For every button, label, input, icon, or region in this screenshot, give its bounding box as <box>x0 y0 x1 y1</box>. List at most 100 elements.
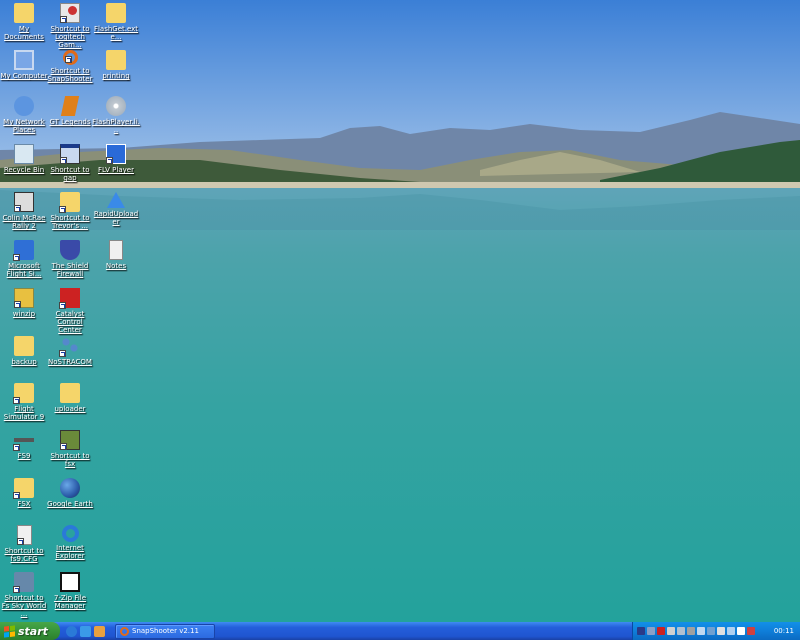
folder-icon <box>60 383 80 403</box>
folder-docs-icon <box>14 3 34 23</box>
desktop-icon-label: FS9 <box>17 452 31 460</box>
cloud-tray-icon[interactable] <box>727 627 735 635</box>
recycle-bin-icon <box>14 144 34 164</box>
desktop-icon-my-documents[interactable]: My Documents <box>0 3 48 41</box>
desktop-icon-label: Catalyst Control Center <box>55 310 85 334</box>
desktop-icon-label: 7-Zip File Manager <box>53 594 87 610</box>
desktop-icon-flight-simulator-shortcut[interactable]: Microsoft Flight Si... <box>0 240 48 278</box>
desktop-icon-7zip[interactable]: 7-Zip File Manager <box>46 572 94 610</box>
desktop-icon-label: FlashGet.exte... <box>93 25 139 41</box>
desktop-icon-colin-mcrae-rally[interactable]: Colin McRae Rally 2 <box>0 192 48 230</box>
desktop-icon-uploader[interactable]: uploader <box>46 383 94 413</box>
shield-tray-icon[interactable] <box>637 627 645 635</box>
desktop-icon-backup[interactable]: backup <box>0 336 48 366</box>
ie-quicklaunch-icon[interactable] <box>66 625 77 637</box>
desktop-icon-label: My Network Places <box>3 118 45 134</box>
sync-tray-icon[interactable] <box>717 627 725 635</box>
cfg-file-icon <box>16 525 32 545</box>
text-file-icon <box>109 240 123 260</box>
desktop-icon-winzip[interactable]: winzip <box>0 288 48 318</box>
taskbar: start SnapShooter v2.11 00:11 <box>0 622 800 640</box>
desktop-icon-my-network-places[interactable]: My Network Places <box>0 96 48 134</box>
window-icon <box>60 144 80 164</box>
gt-legends-icon <box>60 96 80 116</box>
speaker-tray-icon[interactable] <box>677 627 685 635</box>
desktop-icon-snapshooter-shortcut[interactable]: Shortcut to SnapShooter <box>46 50 94 83</box>
globe-icon <box>60 478 80 498</box>
desktop-icon-google-earth[interactable]: Google Earth <box>46 478 94 508</box>
folder-icon <box>13 383 34 404</box>
computer-icon <box>14 50 34 70</box>
start-label: start <box>18 624 48 638</box>
desktop-icon-flashget[interactable]: FlashGet.exte... <box>92 3 140 41</box>
desktop-icon-label: FlashPlayer.li... <box>92 118 140 134</box>
desktop-icon-internet-explorer[interactable]: Internet Explorer <box>46 525 94 560</box>
desktop-icon-logitech-shortcut[interactable]: Shortcut to Logitech Gam... <box>46 3 94 49</box>
desktop-icon-catalyst-control-center[interactable]: Catalyst Control Center <box>46 288 94 334</box>
desktop-icon-sky-world-shortcut[interactable]: Shortcut to Fs Sky World ... <box>0 572 48 618</box>
desktop-icon-gap-shortcut[interactable]: Shortcut to gap <box>46 144 94 182</box>
desktop-icon-label: uploader <box>54 405 86 413</box>
desktop-icon-flight-simulator-9[interactable]: Flight Simulator 9 <box>0 383 48 421</box>
winzip-icon <box>14 288 34 308</box>
media-quicklaunch-icon[interactable] <box>94 625 105 637</box>
upload-arrow-icon <box>107 192 125 208</box>
desktop-icon-fs9-cfg-shortcut[interactable]: Shortcut to fs9.CFG <box>0 525 48 563</box>
folder-icon <box>59 192 80 213</box>
desktop-icon-label: My Documents <box>4 25 44 41</box>
desktop-icon-label: Shortcut to fsx <box>50 452 90 468</box>
desktop-icon-rapiduploader[interactable]: RapidUploader <box>92 192 140 226</box>
desktop-icon-fs9[interactable]: FS9 <box>0 430 48 460</box>
desktop-icon-fsx-shortcut[interactable]: Shortcut to fsx <box>46 430 94 468</box>
network-nodes-icon <box>59 336 80 357</box>
refresh-quicklaunch-icon[interactable] <box>80 625 91 637</box>
desktop-icon-label: FLV Player <box>98 166 134 174</box>
airplane-icon <box>13 438 34 451</box>
logitech-icon <box>60 3 80 23</box>
flight-sim-icon <box>13 240 34 261</box>
volume-tray-icon[interactable] <box>667 627 675 635</box>
quick-launch-bar <box>60 625 111 637</box>
desktop-icon-label: Shortcut to Logitech Gam... <box>50 25 90 49</box>
desktop-icon-label: The Shield Firewall <box>51 262 89 278</box>
taskbar-clock[interactable]: 00:11 <box>774 627 796 635</box>
desktop-icon-trevors-shortcut[interactable]: Shortcut to Trevor's ... <box>46 192 94 230</box>
desktop-icon-label: Shortcut to SnapShooter <box>47 67 93 83</box>
monitor-tray-icon[interactable] <box>697 627 705 635</box>
desktop-icon-label: Google Earth <box>47 500 93 508</box>
antivirus-tray-icon[interactable] <box>747 627 755 635</box>
desktop-icon-my-computer[interactable]: My Computer <box>0 50 48 80</box>
network-tray-icon[interactable] <box>647 627 655 635</box>
desktop-icon-label: Flight Simulator 9 <box>3 405 45 421</box>
desktop-icon-gt-legends[interactable]: GT Legends <box>46 96 94 126</box>
magnifier-icon <box>120 626 129 636</box>
desktop-icon-shield-firewall[interactable]: The Shield Firewall <box>46 240 94 278</box>
v-tray-icon[interactable] <box>737 627 745 635</box>
7zip-icon <box>60 572 80 592</box>
folder-icon <box>106 50 126 70</box>
desktop-icon-fsx[interactable]: FSX <box>0 478 48 508</box>
desktop-icon-label: Shortcut to Fs Sky World ... <box>1 594 47 618</box>
taskbar-item-snapshooter[interactable]: SnapShooter v2.11 <box>115 623 215 639</box>
desktop-icon-printing[interactable]: printing <box>92 50 140 80</box>
desktop-icon-nostracom[interactable]: NoSTRACOM <box>46 336 94 366</box>
flv-player-icon <box>106 144 126 164</box>
network-icon <box>14 96 34 116</box>
desktop-icon-label: winzip <box>12 310 36 318</box>
desktop-wallpaper <box>0 0 800 622</box>
connection-tray-icon[interactable] <box>707 627 715 635</box>
ati-tray-icon[interactable] <box>657 627 665 635</box>
shield-icon <box>60 240 80 260</box>
folder-icon <box>106 3 126 23</box>
desktop-icon-flashplayer[interactable]: FlashPlayer.li... <box>92 96 140 134</box>
desktop-icon-recycle-bin[interactable]: Recycle Bin <box>0 144 48 174</box>
gear-tray-icon[interactable] <box>687 627 695 635</box>
desktop-icon-label: Notes <box>105 262 127 270</box>
start-button[interactable]: start <box>0 622 60 640</box>
desktop-icon-notes[interactable]: Notes <box>92 240 140 270</box>
folder-icon <box>13 478 34 499</box>
colin-mcrae-icon <box>14 192 34 212</box>
desktop-icon-label: printing <box>102 72 130 80</box>
desktop-icon-flv-player[interactable]: FLV Player <box>92 144 140 174</box>
desktop-icon-label: backup <box>11 358 37 366</box>
